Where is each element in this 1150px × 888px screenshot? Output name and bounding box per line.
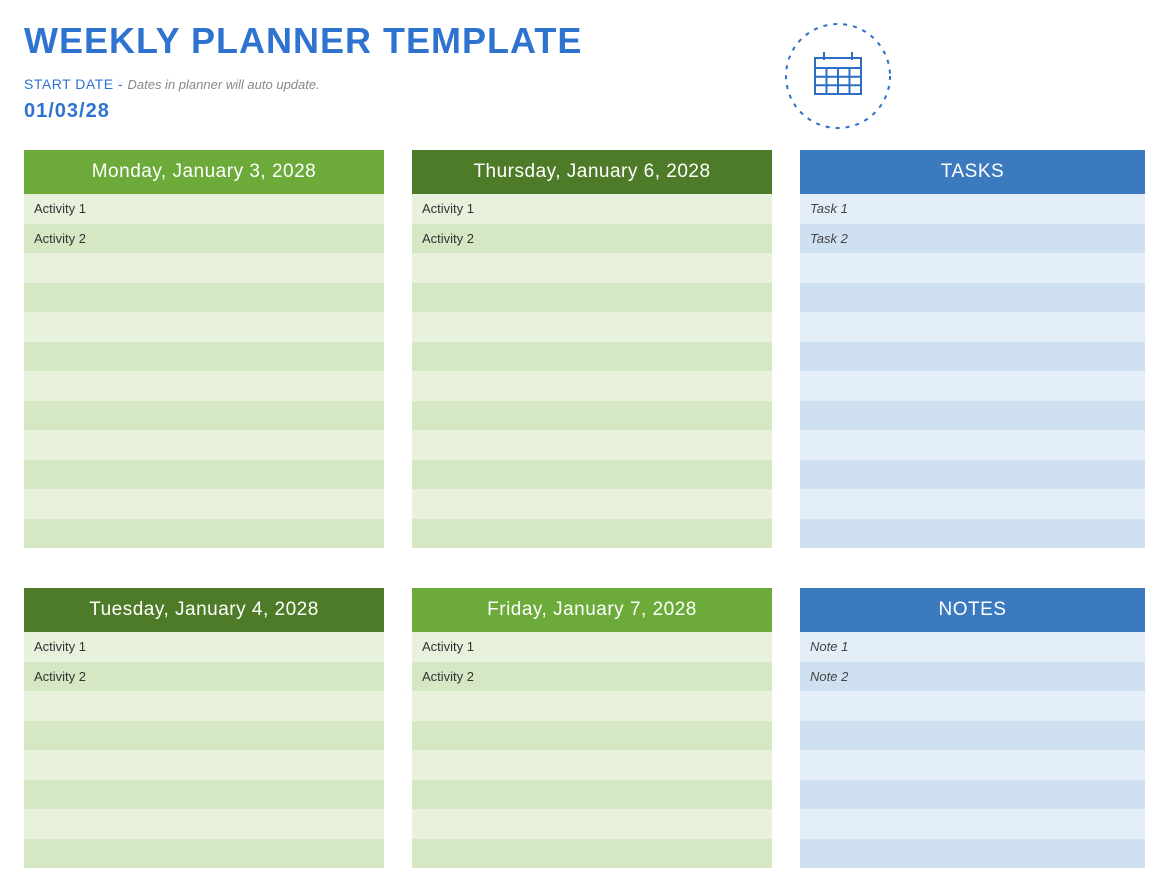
activity-row[interactable]: Activity 2 [412, 224, 772, 254]
activity-row[interactable] [412, 401, 772, 431]
activity-row[interactable] [412, 371, 772, 401]
activity-row[interactable] [24, 750, 384, 780]
activity-row[interactable] [24, 460, 384, 490]
activity-row[interactable]: Activity 1 [412, 632, 772, 662]
activity-row[interactable] [412, 750, 772, 780]
activity-row[interactable] [24, 519, 384, 549]
card-header-tasks: TASKS [800, 150, 1145, 194]
planner-grid: Monday, January 3, 2028 Activity 1 Activ… [24, 150, 1126, 868]
activity-row[interactable] [24, 342, 384, 372]
note-row[interactable] [800, 691, 1145, 721]
activity-row[interactable] [412, 253, 772, 283]
activity-row[interactable] [412, 460, 772, 490]
card-rows-monday: Activity 1 Activity 2 [24, 194, 384, 548]
task-row[interactable] [800, 253, 1145, 283]
start-date-hint: Dates in planner will auto update. [127, 77, 319, 92]
activity-row[interactable] [412, 721, 772, 751]
task-row[interactable] [800, 460, 1145, 490]
card-tasks: TASKS Task 1 Task 2 [800, 150, 1145, 548]
card-header-monday: Monday, January 3, 2028 [24, 150, 384, 194]
activity-row[interactable] [24, 371, 384, 401]
task-row[interactable] [800, 342, 1145, 372]
note-row[interactable] [800, 750, 1145, 780]
card-notes: NOTES Note 1 Note 2 [800, 588, 1145, 868]
task-row[interactable] [800, 371, 1145, 401]
activity-row[interactable]: Activity 1 [24, 194, 384, 224]
task-row[interactable]: Task 1 [800, 194, 1145, 224]
activity-row[interactable] [412, 691, 772, 721]
activity-row[interactable] [24, 721, 384, 751]
activity-row[interactable] [412, 283, 772, 313]
note-row[interactable]: Note 2 [800, 662, 1145, 692]
activity-row[interactable] [24, 489, 384, 519]
note-row[interactable] [800, 721, 1145, 751]
activity-row[interactable] [24, 430, 384, 460]
card-rows-friday: Activity 1 Activity 2 [412, 632, 772, 868]
activity-row[interactable] [24, 401, 384, 431]
activity-row[interactable] [412, 430, 772, 460]
card-rows-tuesday: Activity 1 Activity 2 [24, 632, 384, 868]
start-date-label-line: START DATE - Dates in planner will auto … [24, 76, 582, 94]
card-tuesday: Tuesday, January 4, 2028 Activity 1 Acti… [24, 588, 384, 868]
activity-row[interactable] [24, 253, 384, 283]
activity-row[interactable] [24, 839, 384, 869]
task-row[interactable] [800, 312, 1145, 342]
activity-row[interactable] [412, 489, 772, 519]
task-row[interactable] [800, 430, 1145, 460]
start-date-label: START DATE - [24, 76, 127, 92]
activity-row[interactable] [24, 809, 384, 839]
activity-row[interactable]: Activity 1 [24, 632, 384, 662]
card-rows-notes: Note 1 Note 2 [800, 632, 1145, 868]
card-rows-thursday: Activity 1 Activity 2 [412, 194, 772, 548]
card-header-friday: Friday, January 7, 2028 [412, 588, 772, 632]
start-date-value[interactable]: 01/03/28 [24, 100, 582, 123]
task-row[interactable] [800, 519, 1145, 549]
note-row[interactable] [800, 780, 1145, 810]
activity-row[interactable]: Activity 1 [412, 194, 772, 224]
card-header-notes: NOTES [800, 588, 1145, 632]
activity-row[interactable]: Activity 2 [412, 662, 772, 692]
card-rows-tasks: Task 1 Task 2 [800, 194, 1145, 548]
calendar-icon [782, 20, 894, 132]
activity-row[interactable]: Activity 2 [24, 224, 384, 254]
activity-row[interactable] [412, 839, 772, 869]
activity-row[interactable]: Activity 2 [24, 662, 384, 692]
activity-row[interactable] [412, 342, 772, 372]
card-thursday: Thursday, January 6, 2028 Activity 1 Act… [412, 150, 772, 548]
card-header-tuesday: Tuesday, January 4, 2028 [24, 588, 384, 632]
activity-row[interactable] [24, 283, 384, 313]
activity-row[interactable] [24, 691, 384, 721]
note-row[interactable] [800, 809, 1145, 839]
activity-row[interactable] [24, 780, 384, 810]
page-title: WEEKLY PLANNER TEMPLATE [24, 20, 582, 62]
card-header-thursday: Thursday, January 6, 2028 [412, 150, 772, 194]
activity-row[interactable] [412, 312, 772, 342]
card-friday: Friday, January 7, 2028 Activity 1 Activ… [412, 588, 772, 868]
note-row[interactable]: Note 1 [800, 632, 1145, 662]
task-row[interactable] [800, 283, 1145, 313]
activity-row[interactable] [412, 809, 772, 839]
task-row[interactable] [800, 489, 1145, 519]
header: WEEKLY PLANNER TEMPLATE START DATE - Dat… [24, 20, 1126, 132]
task-row[interactable] [800, 401, 1145, 431]
card-monday: Monday, January 3, 2028 Activity 1 Activ… [24, 150, 384, 548]
activity-row[interactable] [412, 519, 772, 549]
activity-row[interactable] [24, 312, 384, 342]
task-row[interactable]: Task 2 [800, 224, 1145, 254]
note-row[interactable] [800, 839, 1145, 869]
activity-row[interactable] [412, 780, 772, 810]
